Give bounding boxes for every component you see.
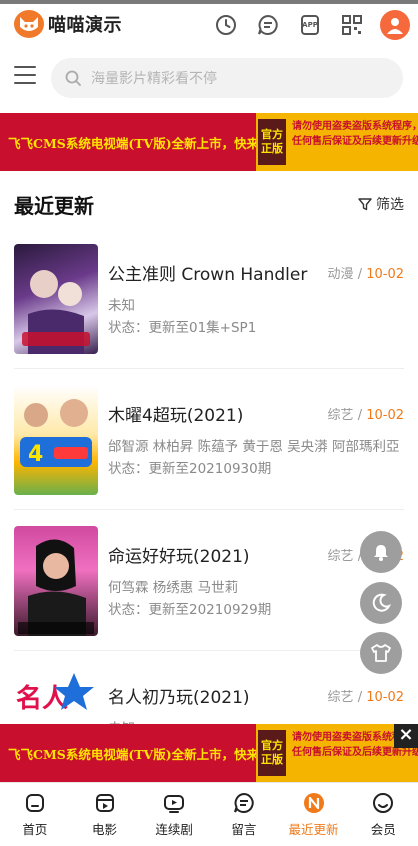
tab-label: 连续剧 (155, 822, 193, 837)
notification-button[interactable] (360, 531, 402, 573)
message-icon[interactable] (254, 11, 282, 39)
item-category: 综艺 (327, 549, 354, 564)
badge-line2: 正版 (261, 142, 283, 155)
banner-official-badge: 官方 正版 (256, 117, 288, 167)
search-icon (65, 70, 81, 86)
recent-update-icon (302, 791, 326, 815)
poster-thumbnail[interactable] (14, 244, 98, 354)
item-meta: 综艺 / 10-02 (328, 404, 404, 423)
bell-icon (374, 545, 388, 561)
item-title[interactable]: 名人初乃玩(2021) (108, 683, 322, 708)
comment-icon (232, 791, 256, 815)
tab-series[interactable]: 连续剧 (139, 783, 209, 846)
item-title[interactable]: 木曜4超玩(2021) (108, 401, 322, 426)
item-sep: / (353, 408, 367, 423)
item-actors: 何笃霖 杨绣惠 马世莉 (108, 580, 239, 596)
item-sep: / (353, 267, 367, 282)
banner-left-text: 飞飞CMS系统电视端(TV版)全新上市，快来抢购 (8, 746, 285, 762)
tv-play-icon (162, 791, 186, 815)
app-icon[interactable]: APP (296, 11, 324, 39)
section-title: 最近更新 (14, 194, 94, 218)
item-category: 综艺 (327, 408, 354, 423)
tab-recent-update[interactable]: 最近更新 (279, 783, 349, 846)
tab-member[interactable]: 会员 (348, 783, 418, 846)
window-stripe (0, 0, 418, 4)
item-date: 10-02 (366, 690, 404, 705)
user-avatar-icon[interactable] (380, 10, 410, 40)
badge-line1: 官方 (261, 128, 283, 141)
cat-logo-icon (14, 10, 44, 38)
search-input[interactable]: 海量影片精彩看不停 (51, 58, 403, 98)
filter-button[interactable]: 筛选 (358, 194, 404, 214)
tab-movie[interactable]: 电影 (70, 783, 140, 846)
site-logo[interactable]: 喵喵演示 (14, 10, 122, 38)
theme-skin-button[interactable] (360, 632, 402, 674)
top-bar: 喵喵演示 APP (0, 0, 418, 50)
menu-icon[interactable] (14, 66, 36, 88)
tab-label: 留言 (231, 822, 257, 837)
list-item[interactable]: 公主准则 Crown Handler 动漫 / 10-02 未知 状态：更新至0… (14, 228, 404, 369)
item-status: 状态：更新至01集+SP1 (108, 320, 257, 336)
recent-update-list: 公主准则 Crown Handler 动漫 / 10-02 未知 状态：更新至0… (0, 228, 418, 792)
item-actors: 邰智源 林柏昇 陈蕴予 黄于恩 吴央漭 阿部瑪利亞 (108, 439, 400, 455)
poster-thumbnail[interactable]: 4 (14, 385, 98, 495)
tab-home[interactable]: 首页 (0, 783, 70, 846)
tab-label: 会员 (370, 822, 396, 837)
badge-line1: 官方 (261, 739, 283, 752)
list-item[interactable]: 4 木曜4超玩(2021) 综艺 / 10-02 邰智源 林柏昇 陈蕴予 黄于恩… (14, 369, 404, 510)
search-row: 海量影片精彩看不停 (0, 56, 418, 100)
poster-thumbnail[interactable] (14, 526, 98, 636)
tab-label: 最近更新 (288, 822, 339, 837)
logo-text: 喵喵演示 (48, 15, 122, 36)
search-placeholder: 海量影片精彩看不停 (91, 71, 217, 87)
item-title[interactable]: 命运好好玩(2021) (108, 542, 322, 567)
member-icon (371, 791, 395, 815)
dark-mode-button[interactable] (360, 582, 402, 624)
close-icon[interactable]: × (394, 724, 418, 748)
item-actors: 未知 (108, 298, 135, 314)
badge-line2: 正版 (261, 753, 283, 766)
home-icon (23, 791, 47, 815)
item-meta: 综艺 / 10-02 (328, 686, 404, 705)
section-header: 最近更新 筛选 (0, 190, 418, 220)
item-category: 综艺 (327, 690, 354, 705)
bottom-tab-bar: 首页 电影 连续剧 留言 最近更新 会员 (0, 782, 418, 846)
ad-banner-bottom[interactable]: 飞飞CMS系统电视端(TV版)全新上市，快来抢购 官方 正版 请勿使用盗卖盗版系… (0, 724, 418, 782)
film-icon (93, 791, 117, 815)
history-icon[interactable] (212, 11, 240, 39)
item-date: 10-02 (366, 408, 404, 423)
item-date: 10-02 (366, 267, 404, 282)
banner-left-text: 飞飞CMS系统电视端(TV版)全新上市，快来抢购 (8, 135, 285, 151)
item-category: 动漫 (327, 267, 354, 282)
item-meta: 动漫 / 10-02 (328, 263, 404, 282)
banner-official-badge: 官方 正版 (256, 728, 288, 778)
tab-label: 首页 (22, 822, 48, 837)
item-title[interactable]: 公主准则 Crown Handler (108, 260, 322, 285)
filter-label: 筛选 (376, 197, 404, 213)
app-label: APP (302, 21, 318, 29)
moon-icon (372, 593, 391, 612)
qrcode-icon[interactable] (338, 11, 366, 39)
list-item[interactable]: 命运好好玩(2021) 综艺 / 10-02 何笃霖 杨绣惠 马世莉 状态：更新… (14, 510, 404, 651)
item-status: 状态：更新至20210929期 (108, 602, 272, 618)
filter-icon (358, 198, 372, 211)
svg-text:4: 4 (28, 442, 43, 467)
banner-right-line2: 任何售后保证及后续更新升级服务 (292, 136, 418, 147)
tshirt-icon (371, 644, 391, 662)
ad-banner-top[interactable]: 飞飞CMS系统电视端(TV版)全新上市，快来抢购 官方 正版 请勿使用盗卖盗版系… (0, 113, 418, 171)
banner-right-line1: 请勿使用盗卖盗版系统程序，没有 (292, 121, 418, 132)
tab-comment[interactable]: 留言 (209, 783, 279, 846)
item-status: 状态：更新至20210930期 (108, 461, 272, 477)
tab-label: 电影 (92, 822, 118, 837)
item-sep: / (353, 690, 367, 705)
